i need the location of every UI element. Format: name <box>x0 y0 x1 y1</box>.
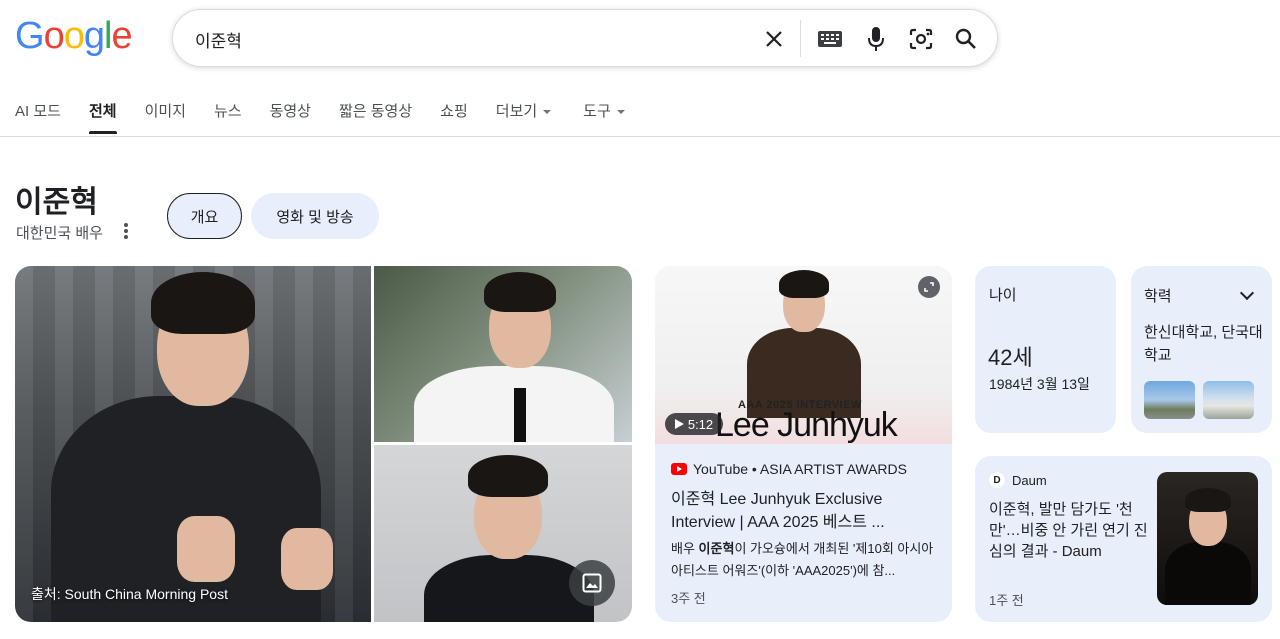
image-source-caption: 출처: South China Morning Post <box>31 586 228 602</box>
chevron-down-icon[interactable] <box>1239 285 1255 301</box>
tab-ai-mode[interactable]: AI 모드 <box>15 100 61 136</box>
suit-shape <box>424 555 594 622</box>
age-label: 나이 <box>989 287 1017 304</box>
search-divider <box>800 20 801 57</box>
education-card[interactable]: 학력 한신대학교, 단국대학교 <box>1131 266 1272 433</box>
age-value: 42세 <box>988 345 1033 370</box>
video-age: 3주 전 <box>671 591 706 606</box>
tab-label: 쇼핑 <box>440 103 468 120</box>
chip-label: 영화 및 방송 <box>276 208 354 226</box>
photo-white-shirt[interactable] <box>374 266 632 442</box>
tab-label: 동영상 <box>269 103 311 120</box>
news-age: 1주 전 <box>989 593 1024 608</box>
chip-overview[interactable]: 개요 <box>167 193 242 239</box>
hair-shape <box>779 270 829 298</box>
search-box[interactable]: 이준혁 <box>172 9 998 67</box>
entity-title: 이준혁 <box>15 186 98 219</box>
tab-label: 전체 <box>88 103 117 120</box>
header-divider <box>0 136 1280 137</box>
video-title[interactable]: 이준혁 Lee Junhyuk Exclusive Interview | AA… <box>671 488 941 534</box>
lens-camera-icon[interactable] <box>906 24 936 54</box>
caret-down-icon <box>543 110 552 115</box>
university-photo-2[interactable] <box>1203 381 1254 419</box>
youtube-icon <box>671 463 687 475</box>
expand-icon[interactable] <box>918 276 940 298</box>
news-title[interactable]: 이준혁, 발만 담가도 '천만'…비중 안 가린 연기 진심의 결과 - Dau… <box>989 499 1149 562</box>
news-source-text: Daum <box>1012 472 1047 488</box>
hair-shape <box>151 272 255 334</box>
news-card[interactable]: D Daum 이준혁, 발만 담가도 '천만'…비중 안 가린 연기 진심의 결… <box>975 456 1272 622</box>
search-icon[interactable] <box>951 24 981 54</box>
tab-label: 도구 <box>583 103 611 120</box>
tab-shopping[interactable]: 쇼핑 <box>440 100 468 136</box>
snippet-highlight: 이준혁 <box>698 541 735 556</box>
clear-icon[interactable] <box>759 24 789 54</box>
thumbnail-title-text: Lee Junhyuk <box>715 406 898 444</box>
tab-videos[interactable]: 동영상 <box>270 100 311 136</box>
main-photo[interactable]: 출처: South China Morning Post <box>15 266 371 622</box>
news-photo[interactable] <box>1157 472 1258 605</box>
suit-shape <box>1165 542 1251 605</box>
hair-shape <box>1185 488 1231 512</box>
chip-movies-tv[interactable]: 영화 및 방송 <box>251 193 379 239</box>
caret-down-icon <box>616 110 625 115</box>
age-card[interactable]: 나이 42세 1984년 3월 13일 <box>975 266 1116 433</box>
more-options-icon[interactable] <box>121 222 131 240</box>
tab-label: AI 모드 <box>15 103 61 120</box>
news-source: D Daum <box>989 472 1047 488</box>
photo-black-suit[interactable] <box>374 445 632 622</box>
tab-tools[interactable]: 도구 <box>583 100 625 136</box>
hand-shape <box>177 516 235 582</box>
duration-text: 5:12 <box>687 416 714 432</box>
hand-shape <box>281 528 333 590</box>
daum-logo-icon: D <box>989 472 1005 488</box>
birth-date: 1984년 3월 13일 <box>989 376 1090 392</box>
tab-news[interactable]: 뉴스 <box>214 100 242 136</box>
education-label: 학력 <box>1144 288 1172 305</box>
tab-all[interactable]: 전체 <box>88 100 117 136</box>
image-search-button[interactable] <box>569 560 615 606</box>
tie-shape <box>514 388 526 442</box>
keyboard-icon[interactable] <box>815 24 845 54</box>
play-icon <box>674 419 684 429</box>
video-source: YouTube • ASIA ARTIST AWARDS <box>671 461 907 477</box>
snippet-text: 배우 <box>671 541 699 556</box>
chip-label: 개요 <box>190 208 219 226</box>
entity-subtitle: 대한민국 배우 <box>16 225 103 242</box>
university-photo-1[interactable] <box>1144 381 1195 419</box>
video-source-text: YouTube • ASIA ARTIST AWARDS <box>693 461 907 477</box>
tab-more[interactable]: 더보기 <box>495 100 552 136</box>
tab-label: 더보기 <box>495 103 538 120</box>
education-value: 한신대학교, 단국대학교 <box>1144 324 1263 364</box>
tab-short-videos[interactable]: 짧은 동영상 <box>339 100 412 136</box>
tab-label: 이미지 <box>144 103 186 120</box>
search-input[interactable]: 이준혁 <box>195 27 242 52</box>
image-icon <box>582 573 602 593</box>
google-logo[interactable]: Google <box>15 16 133 56</box>
microphone-icon[interactable] <box>861 24 891 54</box>
video-card[interactable]: AAA 2025 INTERVIEW Lee Junhyuk 5:12 YouT… <box>655 266 952 622</box>
video-duration-badge: 5:12 <box>665 413 723 435</box>
hair-shape <box>468 455 548 497</box>
video-thumbnail[interactable]: AAA 2025 INTERVIEW Lee Junhyuk 5:12 <box>655 266 952 444</box>
image-mosaic: 출처: South China Morning Post <box>15 266 632 622</box>
tab-label: 짧은 동영상 <box>338 103 413 120</box>
search-tabs: AI 모드 전체 이미지 뉴스 동영상 짧은 동영상 쇼핑 더보기 도구 <box>15 100 653 136</box>
hair-shape <box>484 272 556 312</box>
tab-label: 뉴스 <box>213 103 242 120</box>
video-snippet: 배우 이준혁이 가오슝에서 개최된 '제10회 아시아 아티스트 어워즈'(이하… <box>671 538 941 582</box>
tab-images[interactable]: 이미지 <box>145 100 186 136</box>
